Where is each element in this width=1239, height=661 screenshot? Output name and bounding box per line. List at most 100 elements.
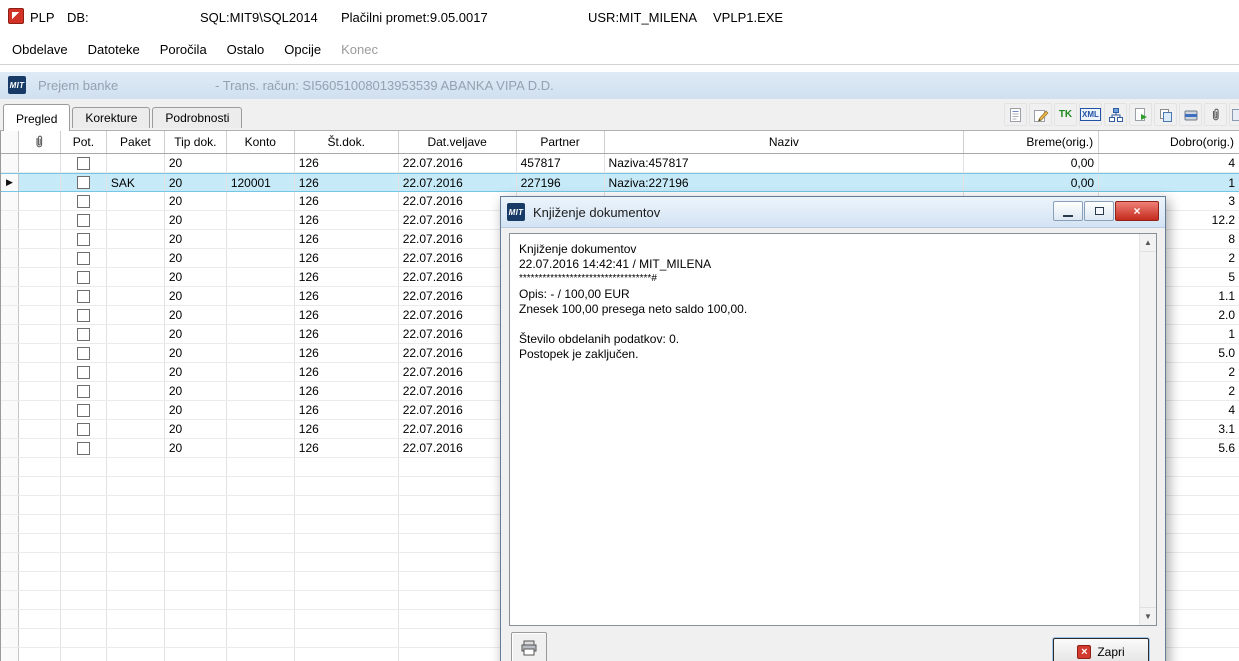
cell-pot[interactable] <box>61 249 107 267</box>
cell-konto[interactable] <box>227 382 295 400</box>
cell-st_dok[interactable]: 126 <box>295 420 399 438</box>
cell-konto[interactable] <box>227 591 295 609</box>
cell-pot[interactable] <box>61 591 107 609</box>
cell-dat_veljave[interactable] <box>399 648 517 661</box>
cell-konto[interactable] <box>227 534 295 552</box>
cell-attach[interactable] <box>19 154 61 172</box>
column-header-st_dok[interactable]: Št.dok. <box>295 131 399 153</box>
cell-attach[interactable] <box>19 268 61 286</box>
dialog-scrollbar[interactable]: ▲ ▼ <box>1139 234 1156 625</box>
cell-paket[interactable] <box>107 420 165 438</box>
cell-paket[interactable] <box>107 382 165 400</box>
cell-paket[interactable] <box>107 401 165 419</box>
cell-pot[interactable] <box>61 325 107 343</box>
cell-attach[interactable] <box>19 363 61 381</box>
cell-pot[interactable] <box>61 610 107 628</box>
cell-pot[interactable] <box>61 154 107 172</box>
cell-konto[interactable] <box>227 306 295 324</box>
cell-attach[interactable] <box>19 591 61 609</box>
cell-dat_veljave[interactable]: 22.07.2016 <box>399 192 517 210</box>
cell-tip_dok[interactable] <box>165 458 227 476</box>
cell-tip_dok[interactable] <box>165 515 227 533</box>
column-header-paket[interactable]: Paket <box>107 131 165 153</box>
cell-paket[interactable] <box>107 439 165 457</box>
minimize-button[interactable] <box>1053 201 1083 221</box>
table-row[interactable]: 20 126 22.07.2016 457817 Naziva:457817 0,00 4 <box>1 154 1239 173</box>
cell-attach[interactable] <box>19 230 61 248</box>
cell-tip_dok[interactable]: 20 <box>165 154 227 172</box>
cell-paket[interactable] <box>107 154 165 172</box>
cell-pot[interactable] <box>61 382 107 400</box>
cell-dat_veljave[interactable]: 22.07.2016 <box>399 363 517 381</box>
cell-dat_veljave[interactable] <box>399 572 517 590</box>
cell-attach[interactable] <box>19 534 61 552</box>
cell-tip_dok[interactable]: 20 <box>165 174 227 191</box>
pot-checkbox[interactable] <box>76 156 90 170</box>
cell-attach[interactable] <box>19 458 61 476</box>
pot-checkbox[interactable] <box>76 327 90 341</box>
cell-attach[interactable] <box>19 572 61 590</box>
column-header-naziv[interactable]: Naziv <box>605 131 965 153</box>
cell-tip_dok[interactable]: 20 <box>165 363 227 381</box>
cell-pot[interactable] <box>61 496 107 514</box>
cell-st_dok[interactable] <box>295 629 399 647</box>
cell-st_dok[interactable] <box>295 610 399 628</box>
cell-dat_veljave[interactable] <box>399 553 517 571</box>
cell-attach[interactable] <box>19 477 61 495</box>
cell-pot[interactable] <box>61 363 107 381</box>
cell-konto[interactable]: 120001 <box>227 174 295 191</box>
column-header-breme[interactable]: Breme(orig.) <box>964 131 1100 153</box>
cell-paket[interactable] <box>107 211 165 229</box>
cell-konto[interactable] <box>227 477 295 495</box>
cell-naziv[interactable]: Naziva:457817 <box>605 154 965 172</box>
cell-dat_veljave[interactable]: 22.07.2016 <box>399 230 517 248</box>
cell-paket[interactable] <box>107 629 165 647</box>
cell-st_dok[interactable]: 126 <box>295 287 399 305</box>
cell-konto[interactable] <box>227 268 295 286</box>
cell-st_dok[interactable]: 126 <box>295 439 399 457</box>
cell-konto[interactable] <box>227 363 295 381</box>
cell-dat_veljave[interactable]: 22.07.2016 <box>399 174 517 191</box>
cell-tip_dok[interactable]: 20 <box>165 325 227 343</box>
cell-tip_dok[interactable] <box>165 591 227 609</box>
cell-attach[interactable] <box>19 325 61 343</box>
cell-dobro[interactable]: 1 <box>1099 174 1239 191</box>
column-header-konto[interactable]: Konto <box>227 131 295 153</box>
cell-konto[interactable] <box>227 648 295 661</box>
cell-paket[interactable] <box>107 496 165 514</box>
cell-dat_veljave[interactable]: 22.07.2016 <box>399 249 517 267</box>
cell-konto[interactable] <box>227 515 295 533</box>
cell-konto[interactable] <box>227 572 295 590</box>
column-header-pot[interactable]: Pot. <box>61 131 107 153</box>
cell-attach[interactable] <box>19 515 61 533</box>
cell-paket[interactable] <box>107 306 165 324</box>
edit-pencil-icon[interactable] <box>1029 103 1052 126</box>
cell-konto[interactable] <box>227 458 295 476</box>
cell-st_dok[interactable] <box>295 648 399 661</box>
pot-checkbox[interactable] <box>76 194 90 208</box>
cell-attach[interactable] <box>19 344 61 362</box>
cell-pot[interactable] <box>61 230 107 248</box>
pot-checkbox[interactable] <box>76 346 90 360</box>
cell-breme[interactable]: 0,00 <box>964 174 1100 191</box>
cell-st_dok[interactable] <box>295 477 399 495</box>
cell-dat_veljave[interactable] <box>399 477 517 495</box>
cell-attach[interactable] <box>19 496 61 514</box>
cell-attach[interactable] <box>19 174 61 191</box>
pot-checkbox[interactable] <box>76 365 90 379</box>
column-header-tip_dok[interactable]: Tip dok. <box>165 131 227 153</box>
cell-st_dok[interactable]: 126 <box>295 192 399 210</box>
cell-dat_veljave[interactable] <box>399 610 517 628</box>
cell-tip_dok[interactable] <box>165 496 227 514</box>
pot-checkbox[interactable] <box>76 232 90 246</box>
cell-st_dok[interactable] <box>295 553 399 571</box>
cell-dat_veljave[interactable]: 22.07.2016 <box>399 268 517 286</box>
cell-st_dok[interactable] <box>295 591 399 609</box>
dialog-titlebar[interactable]: MIT Knjiženje dokumentov × <box>501 197 1165 228</box>
attachment-icon[interactable] <box>1204 103 1227 126</box>
cell-tip_dok[interactable] <box>165 477 227 495</box>
cell-paket[interactable]: SAK <box>107 174 165 191</box>
cell-st_dok[interactable]: 126 <box>295 325 399 343</box>
cell-attach[interactable] <box>19 629 61 647</box>
cell-konto[interactable] <box>227 192 295 210</box>
